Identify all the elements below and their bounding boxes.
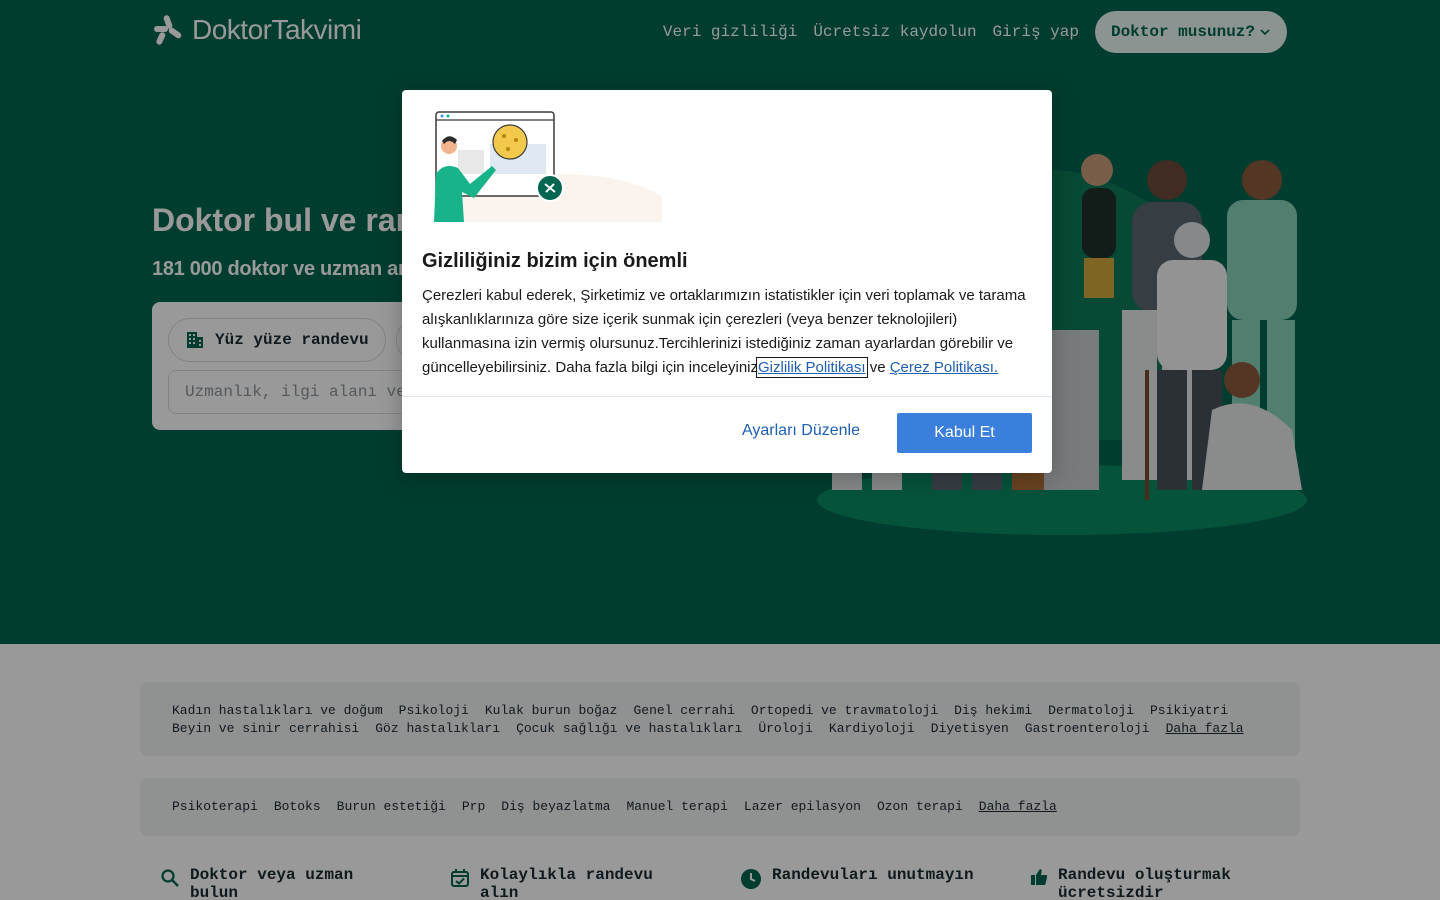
- cookie-policy-link[interactable]: Çerez Politikası.: [890, 359, 998, 376]
- cookie-consent-modal: Gizliliğiniz bizim için önemli Çerezleri…: [402, 90, 1052, 473]
- privacy-illustration: [434, 111, 662, 222]
- privacy-policy-link[interactable]: Gizlilik Politikası: [756, 357, 868, 378]
- edit-settings-button[interactable]: Ayarları Düzenle: [742, 422, 860, 440]
- cookie-modal-body: Çerezleri kabul ederek, Şirketimiz ve or…: [422, 284, 1034, 380]
- and-text: ve: [869, 359, 886, 376]
- cookie-modal-title: Gizliliğiniz bizim için önemli: [422, 250, 688, 272]
- modal-divider: [402, 396, 1052, 397]
- accept-cookies-button[interactable]: Kabul Et: [897, 413, 1032, 453]
